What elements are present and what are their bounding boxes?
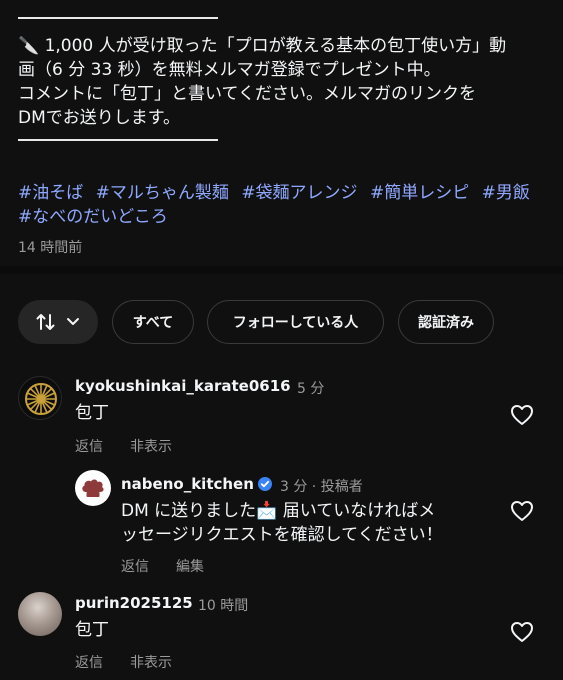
edit-button[interactable]: 編集 [176,556,204,576]
reply-button[interactable]: 返信 [75,652,103,672]
hashtag-link[interactable]: #なべのだいどころ [18,207,168,227]
heart-icon[interactable] [510,621,534,643]
comment-text: 包丁 [75,620,109,640]
comment-username[interactable]: purin2025125 [75,594,193,612]
comment-text: 包丁 [75,403,109,423]
caption-top-divider [18,17,218,19]
hashtag-link[interactable]: #マルちゃん製麺 [96,183,229,203]
comment-username: nabeno_kitchen [121,475,272,493]
caption-bottom-divider [18,139,218,141]
reply-button[interactable]: 返信 [75,436,103,456]
heart-icon[interactable] [510,404,534,426]
hashtag-link[interactable]: #油そば [18,183,83,203]
section-separator [0,266,563,274]
filter-chip-following[interactable]: フォローしている人 [207,300,384,344]
comment-username[interactable]: kyokushinkai_karate0616 [75,377,291,395]
comment-time: 3 分 · 投稿者 [280,479,363,495]
avatar[interactable] [75,470,111,506]
hashtag-link[interactable]: #簡単レシピ [370,183,469,203]
chef-hat-icon [82,479,104,497]
chevron-down-icon [67,318,79,325]
hashtag-row-1: #油そば #マルちゃん製麺 #袋麺アレンジ #簡単レシピ #男飯 [18,181,537,205]
avatar[interactable] [18,376,62,420]
caption-line-1: 🔪 1,000 人が受け取った「プロが教える基本の包丁使い方」動 [18,36,507,56]
comment-text-line-2: ッセージリクエストを確認してください！ [121,525,443,545]
comment-time: 5 分 [297,381,325,397]
caption-line-2: 画（6 分 33 秒）を無料メルマガ登録でプレゼント中。 [18,60,441,80]
comment-username-text[interactable]: nabeno_kitchen [121,475,254,493]
avatar[interactable] [18,592,62,636]
filter-chip-all[interactable]: すべて [112,300,194,344]
sort-arrows-icon [36,314,55,330]
sort-dropdown-button[interactable] [18,300,98,344]
verified-badge-icon [257,477,272,491]
caption-line-3: コメントに「包丁」と書いてください。メルマガのリンクを [18,84,476,104]
hide-button[interactable]: 非表示 [130,436,172,456]
filter-chip-verified[interactable]: 認証済み [398,300,494,344]
hashtag-row-2: #なべのだいどころ [18,205,175,229]
hide-button[interactable]: 非表示 [130,652,172,672]
heart-icon[interactable] [510,500,534,522]
comment-text-line-1: DM に送りました📩 届いていなければメ [121,501,436,521]
reply-button[interactable]: 返信 [121,556,149,576]
caption-line-4: DMでお送りします。 [18,108,181,128]
hashtag-link[interactable]: #袋麺アレンジ [241,183,357,203]
chrysanthemum-crest-icon [25,383,57,415]
post-time-ago: 14 時間前 [18,240,83,256]
hashtag-link[interactable]: #男飯 [482,183,530,203]
comment-time: 10 時間 [198,598,249,614]
